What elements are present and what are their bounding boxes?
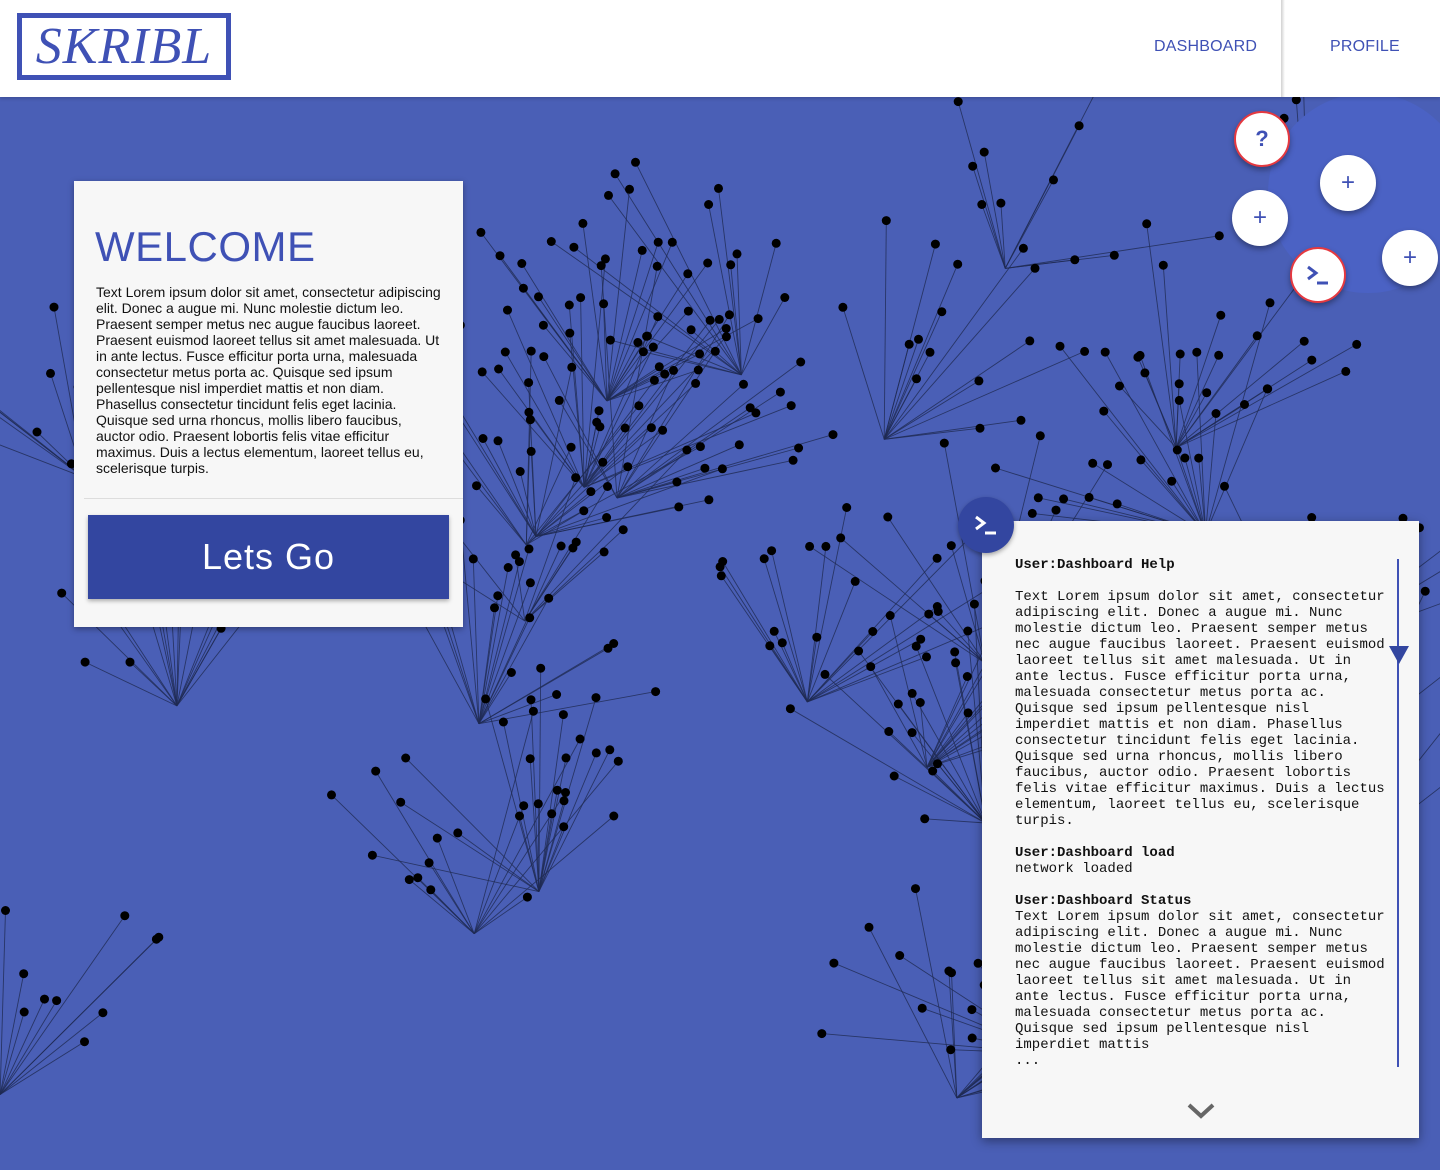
lets-go-button[interactable]: Lets Go xyxy=(88,515,449,599)
add-button[interactable]: + xyxy=(1232,190,1288,246)
terminal-icon xyxy=(975,515,996,535)
logo-text: SKRIBL xyxy=(35,17,213,75)
nav-profile[interactable]: PROFILE xyxy=(1330,38,1400,56)
terminal-icon xyxy=(1307,265,1328,285)
scroll-down-arrow-icon[interactable] xyxy=(1389,646,1409,664)
log-ellipsis: ... xyxy=(1015,1053,1041,1069)
chevron-down-icon[interactable] xyxy=(1185,1101,1217,1121)
nav-divider xyxy=(1281,0,1285,97)
plus-icon: + xyxy=(1402,244,1417,271)
nav-dashboard[interactable]: DASHBOARD xyxy=(1154,38,1257,56)
add-button[interactable]: + xyxy=(1382,230,1438,286)
welcome-text: Text Lorem ipsum dolor sit amet, consect… xyxy=(96,284,441,476)
app-header: SKRIBL DASHBOARD PROFILE xyxy=(0,0,1440,97)
plus-icon: + xyxy=(1252,204,1267,231)
log-title: User:Dashboard Status xyxy=(1015,893,1192,909)
terminal-button[interactable] xyxy=(1290,247,1346,303)
card-divider xyxy=(84,498,463,499)
log-body: Text Lorem ipsum dolor sit amet, consect… xyxy=(1015,909,1385,1053)
add-button[interactable]: + xyxy=(1320,155,1376,211)
log-body: network loaded xyxy=(1015,861,1133,877)
log-entry: User:Dashboard Status Text Lorem ipsum d… xyxy=(1015,893,1385,1069)
plus-icon: + xyxy=(1340,169,1355,196)
console-log[interactable]: User:Dashboard Help Text Lorem ipsum dol… xyxy=(1015,557,1385,1089)
console-scrollbar[interactable] xyxy=(1397,559,1399,1067)
help-icon: ? xyxy=(1255,126,1269,151)
console-panel: User:Dashboard Help Text Lorem ipsum dol… xyxy=(982,521,1419,1138)
log-title: User:Dashboard load xyxy=(1015,845,1175,861)
log-entry: User:Dashboard Help Text Lorem ipsum dol… xyxy=(1015,557,1385,829)
help-button[interactable]: ? xyxy=(1234,111,1290,167)
log-title: User:Dashboard Help xyxy=(1015,557,1175,573)
skribl-logo[interactable]: SKRIBL xyxy=(17,13,231,80)
welcome-title: WELCOME xyxy=(95,223,316,270)
welcome-card: WELCOME Text Lorem ipsum dolor sit amet,… xyxy=(74,181,463,627)
console-toggle-button[interactable] xyxy=(958,497,1014,553)
log-entry: User:Dashboard load network loaded xyxy=(1015,845,1385,877)
log-body: Text Lorem ipsum dolor sit amet, consect… xyxy=(1015,589,1385,829)
